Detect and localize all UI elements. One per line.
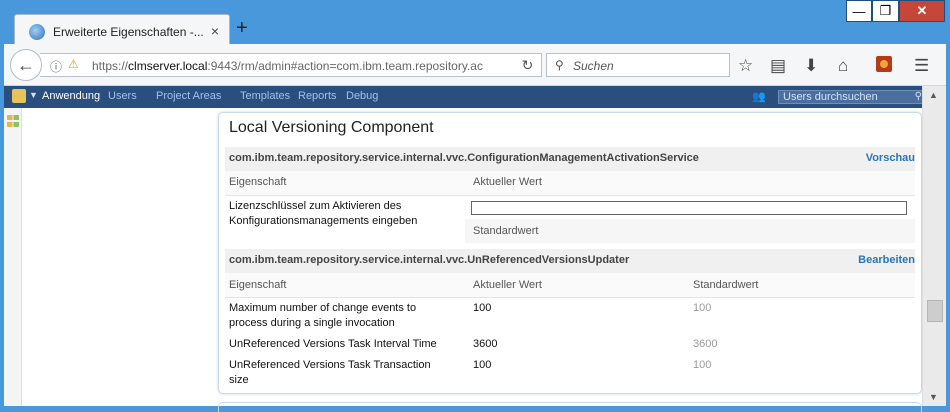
section-name: com.ibm.team.repository.service.internal… [229,152,699,164]
column-header-property: Eigenschaft [229,176,287,188]
new-tab-icon[interactable]: + [236,18,248,38]
next-panel-edge [218,402,922,412]
title-bar: Erweiterte Eigenschaften -... × + — ❐ ✕ [0,0,950,48]
url-host: clmserver.local [128,59,208,73]
property-label: Maximum number of change events to proce… [229,302,417,329]
tab-title: Erweiterte Eigenschaften -... [53,25,204,39]
hamburger-menu-icon[interactable]: ☰ [914,56,929,76]
column-header-band [225,171,915,195]
url-text[interactable]: https://clmserver.local:9443/rm/admin#ac… [92,59,483,73]
search-icon: ⚲ [555,58,564,72]
default-value: 3600 [693,338,718,350]
license-key-input[interactable] [471,201,907,215]
default-value-box: Standardwert [465,219,915,243]
user-search-input[interactable]: Users durchsuchen ⚲ [778,90,926,104]
panel-title: Local Versioning Component [229,119,434,136]
firefox-tab-icon [29,24,45,40]
back-button[interactable]: ← [10,49,42,81]
current-value: 100 [473,302,492,314]
url-path: :9443/rm/admin#action=com.ibm.team.repos… [207,59,483,73]
column-header-band [225,273,915,297]
column-header-default: Standardwert [693,279,759,291]
back-arrow-icon: ← [17,54,35,75]
row-divider [225,297,915,298]
property-label: UnReferenced Versions Task Interval Time [229,338,437,350]
close-window-button[interactable]: ✕ [899,0,945,22]
scroll-up-icon[interactable]: ▲ [929,90,938,100]
menu-debug[interactable]: Debug [346,90,378,102]
maximize-button[interactable]: ❐ [872,0,899,22]
section-header-unreferenced: com.ibm.team.repository.service.internal… [225,249,915,273]
grid-icon[interactable] [7,115,19,127]
tab-close-icon[interactable]: × [211,23,219,39]
default-value: 100 [693,359,712,371]
users-icon[interactable]: 👥 [752,90,766,103]
url-prefix: https:// [92,59,129,73]
home-icon[interactable] [12,89,26,103]
menu-project-areas[interactable]: Project Areas [156,90,221,102]
reading-list-icon[interactable]: ▤ [770,56,786,76]
left-sidebar [4,108,22,406]
info-icon[interactable]: ⓘ [50,58,62,75]
reload-button[interactable]: ↻ [514,53,542,77]
menu-users[interactable]: Users [108,90,137,102]
scrollbar-thumb[interactable] [927,300,943,322]
column-header-current: Aktueller Wert [473,279,542,291]
url-bar[interactable]: ⓘ ⚠ https://clmserver.local:9443/rm/admi… [40,53,542,77]
section-header-activation: com.ibm.team.repository.service.internal… [225,147,915,171]
column-header-property: Eigenschaft [229,279,287,291]
browser-tab[interactable]: Erweiterte Eigenschaften -... × [14,14,230,48]
default-value: 100 [693,302,712,314]
reload-icon: ↻ [521,56,534,73]
current-value: 3600 [473,338,498,350]
search-input[interactable]: ⚲ Suchen [546,53,730,77]
chevron-down-icon[interactable]: ▼ [29,90,38,100]
edit-link[interactable]: Bearbeiten [858,254,915,266]
menu-anwendung[interactable]: Anwendung [42,90,100,102]
browser-window: Erweiterte Eigenschaften -... × + — ❐ ✕ … [0,0,950,412]
row-divider [225,195,915,196]
minimize-button[interactable]: — [846,0,872,22]
license-key-label: Lizenzschlüssel zum Aktivieren des Konfi… [229,200,418,227]
user-search-placeholder: Users durchsuchen [783,91,878,103]
versioning-panel: Local Versioning Component com.ibm.team.… [218,112,922,394]
insecure-lock-icon[interactable]: ⚠ [68,57,79,71]
section-name: com.ibm.team.repository.service.internal… [229,254,630,266]
search-placeholder: Suchen [573,59,614,73]
bookmark-star-icon[interactable]: ☆ [738,56,753,76]
navigation-toolbar: ⓘ ⚠ https://clmserver.local:9443/rm/admi… [4,44,946,86]
menu-reports[interactable]: Reports [298,90,337,102]
scroll-down-icon[interactable]: ▼ [929,392,938,402]
home-icon[interactable]: ⌂ [838,56,848,76]
preview-link[interactable]: Vorschau [866,152,915,164]
app-header: ▼ Anwendung Users Project Areas Template… [4,86,926,108]
search-icon[interactable]: ⚲ [915,91,922,102]
menu-templates[interactable]: Templates [240,90,290,102]
pocket-icon[interactable] [876,56,892,72]
default-value-label: Standardwert [473,225,539,237]
page-content: Local Versioning Component com.ibm.team.… [4,108,922,412]
current-value: 100 [473,359,492,371]
download-icon[interactable]: ⬇ [804,56,818,76]
vertical-scrollbar[interactable]: ▲ ▼ [922,86,946,406]
property-label: UnReferenced Versions Task Transaction s… [229,359,431,386]
column-header-current: Aktueller Wert [473,176,542,188]
